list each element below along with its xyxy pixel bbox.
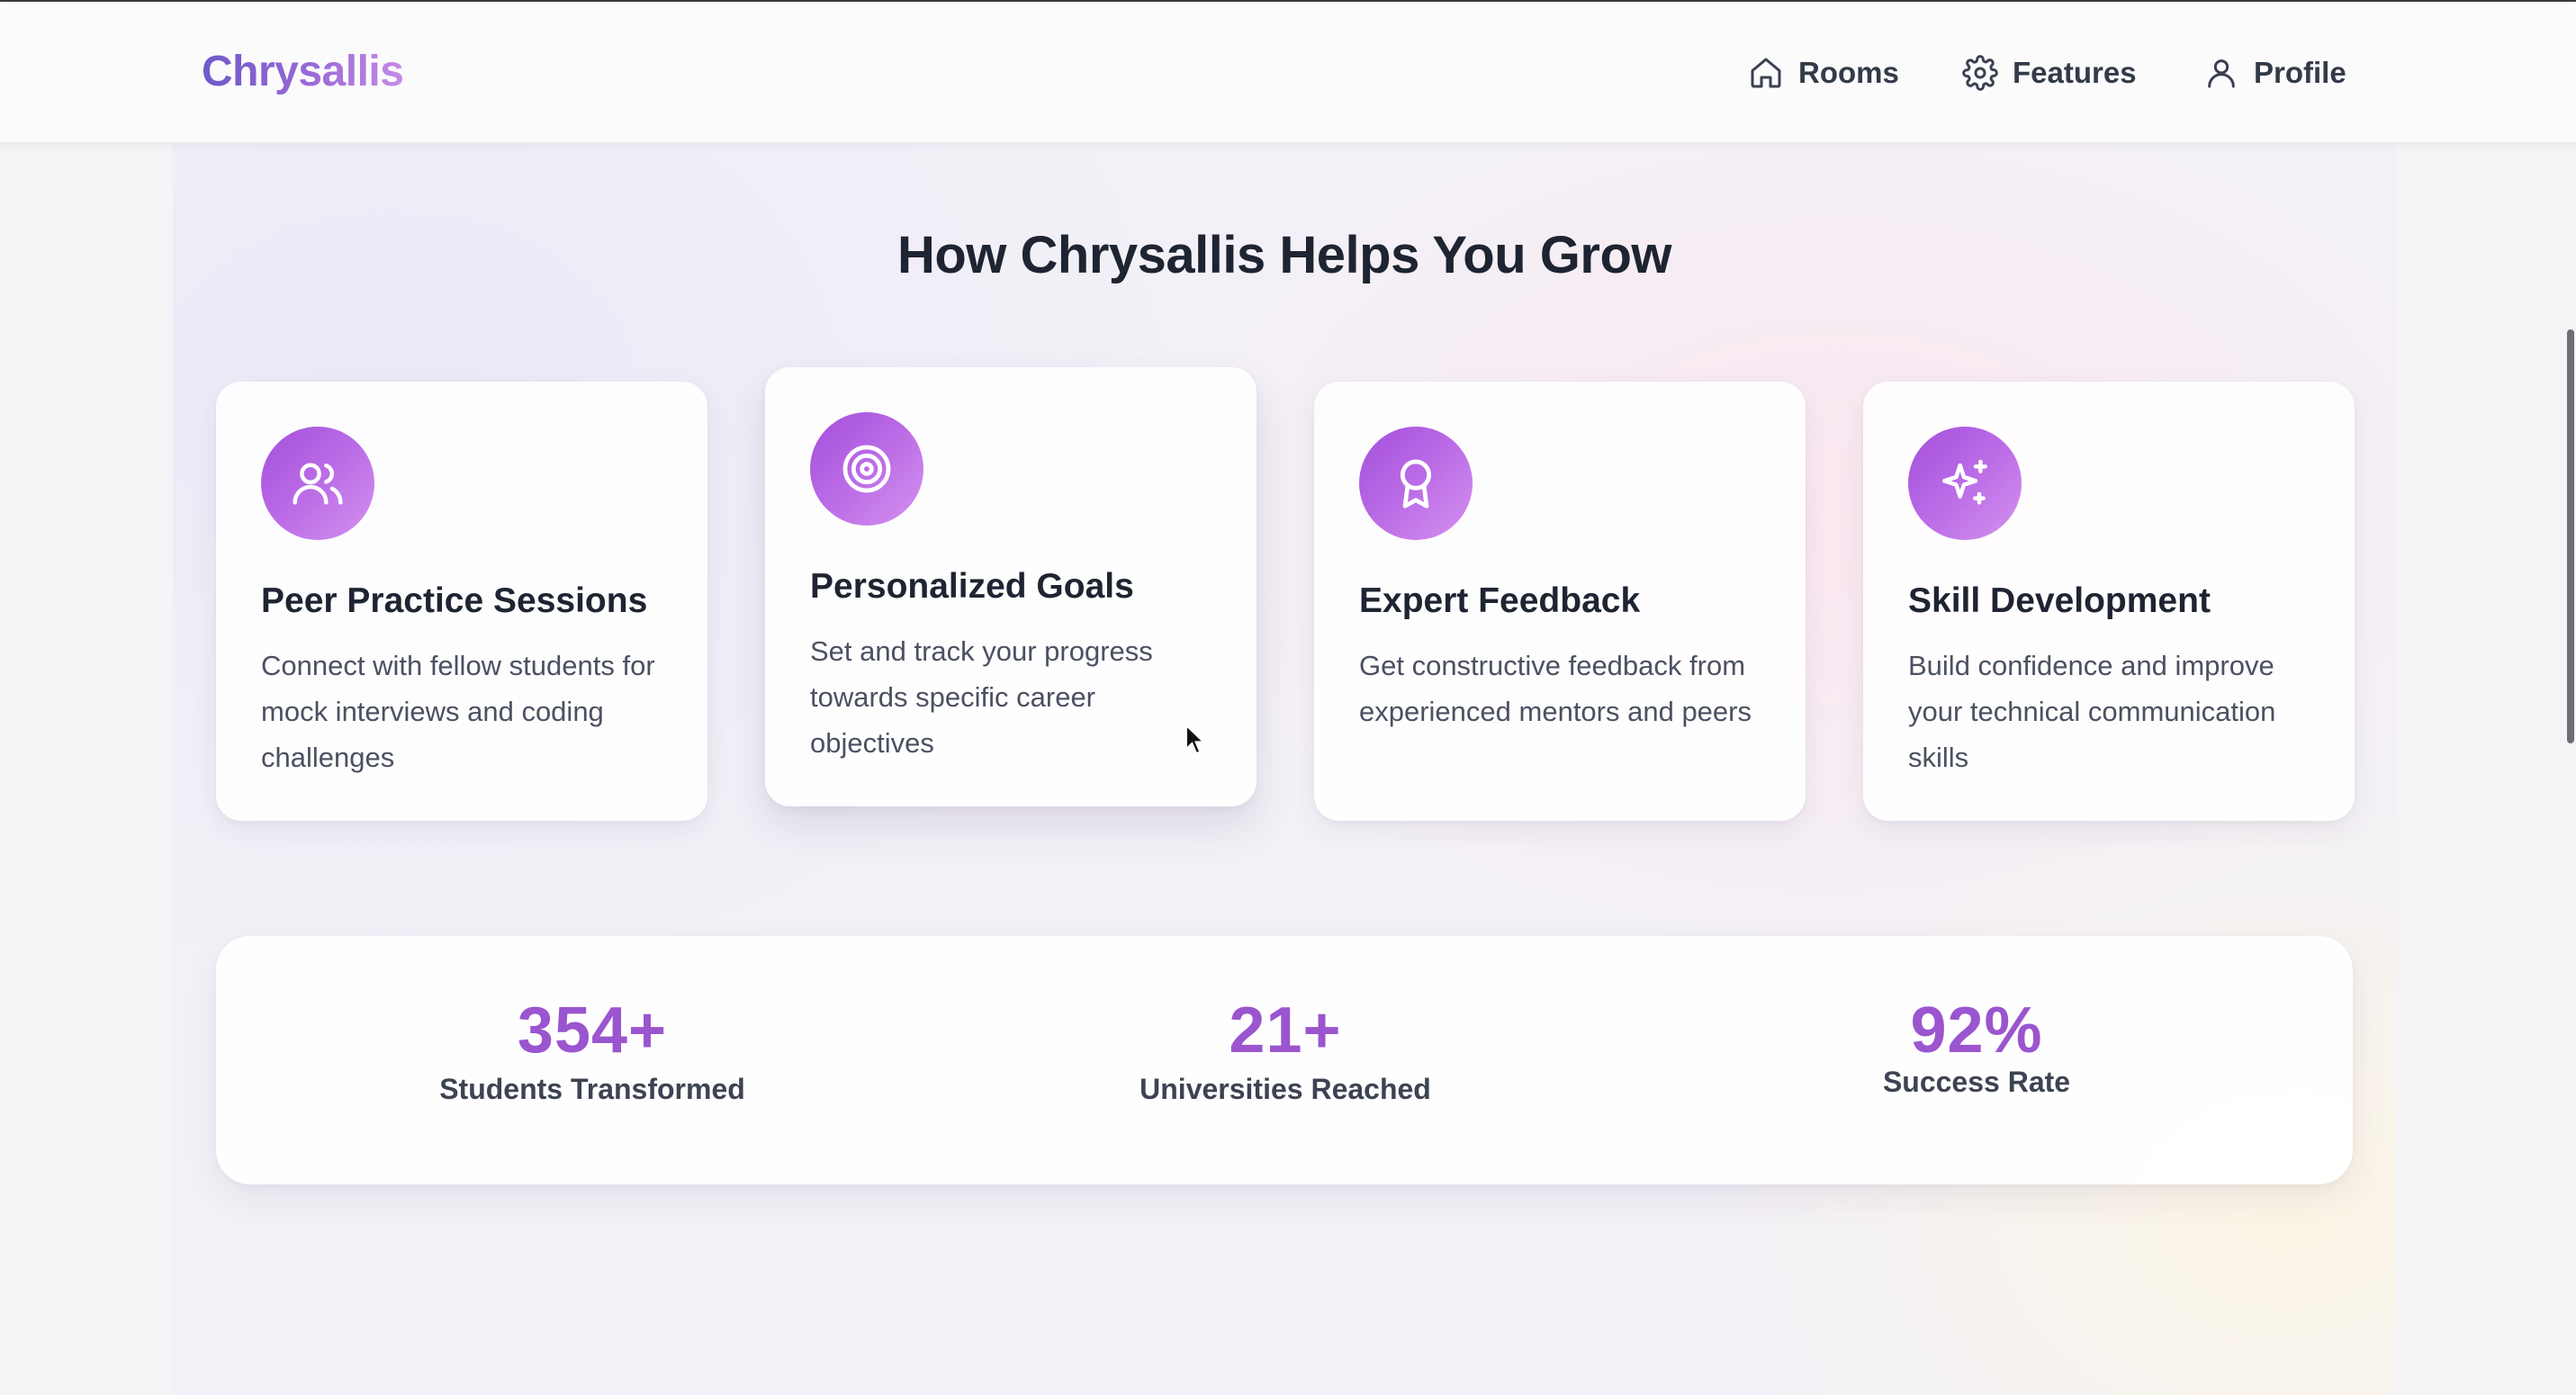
stat-universities: 21+ Universities Reached	[1015, 994, 1555, 1106]
feature-description: Set and track your progress towards spec…	[810, 635, 1153, 759]
users-icon	[293, 463, 343, 505]
feature-description: Connect with fellow students for mock in…	[261, 650, 655, 773]
top-navbar: Chrysallis Rooms Features Profile	[0, 2, 2576, 144]
gear-icon	[1962, 55, 1998, 91]
target-icon	[842, 445, 891, 493]
stat-label: Students Transformed	[439, 1073, 745, 1105]
nav-rooms-label: Rooms	[1798, 56, 1899, 89]
stat-value: 21+	[1229, 994, 1342, 1066]
award-icon	[1400, 459, 1432, 508]
feature-title: Skill Development	[1908, 581, 2211, 620]
stat-students: 354+ Students Transformed	[322, 994, 862, 1106]
mouse-cursor-icon	[1185, 724, 1206, 755]
user-icon	[2208, 59, 2235, 88]
feature-icon-badge	[1908, 427, 2022, 540]
home-icon	[1751, 58, 1781, 88]
section-title: How Chrysallis Helps You Grow	[896, 226, 1672, 284]
feature-card-peer-practice[interactable]: Peer Practice Sessions Connect with fell…	[216, 382, 707, 821]
stat-label: Universities Reached	[1139, 1073, 1431, 1105]
feature-description: Get constructive feedback from experienc…	[1359, 650, 1752, 727]
feature-description: Build confidence and improve your techni…	[1908, 650, 2276, 773]
nav-features-label: Features	[2013, 56, 2137, 89]
stats-panel: 354+ Students Transformed 21+ Universiti…	[216, 936, 2353, 1184]
stat-success-rate: 92% Success Rate	[1707, 994, 2247, 1099]
feature-title: Expert Feedback	[1359, 581, 1641, 620]
stat-value: 92%	[1910, 994, 2043, 1066]
feature-icon-badge	[1359, 427, 1473, 540]
feature-icon-badge	[810, 412, 923, 526]
feature-title: Personalized Goals	[810, 567, 1134, 606]
stat-label: Success Rate	[1882, 1066, 2071, 1098]
stat-value: 354+	[517, 994, 668, 1066]
sparkles-icon	[1942, 459, 1987, 505]
feature-icon-badge	[261, 427, 374, 540]
brand-logo[interactable]: Chrysallis	[202, 47, 404, 96]
nav-features[interactable]: Features	[1962, 52, 2137, 94]
feature-card-expert-feedback[interactable]: Expert Feedback Get constructive feedbac…	[1314, 382, 1806, 821]
feature-card-skill-development[interactable]: Skill Development Build confidence and i…	[1863, 382, 2355, 821]
nav-rooms[interactable]: Rooms	[1748, 52, 1899, 94]
feature-card-personalized-goals[interactable]: Personalized Goals Set and track your pr…	[765, 367, 1256, 806]
nav-profile[interactable]: Profile	[2203, 52, 2346, 94]
nav-profile-label: Profile	[2254, 56, 2346, 89]
feature-title: Peer Practice Sessions	[261, 581, 648, 620]
page-scrollbar[interactable]	[2567, 329, 2574, 743]
